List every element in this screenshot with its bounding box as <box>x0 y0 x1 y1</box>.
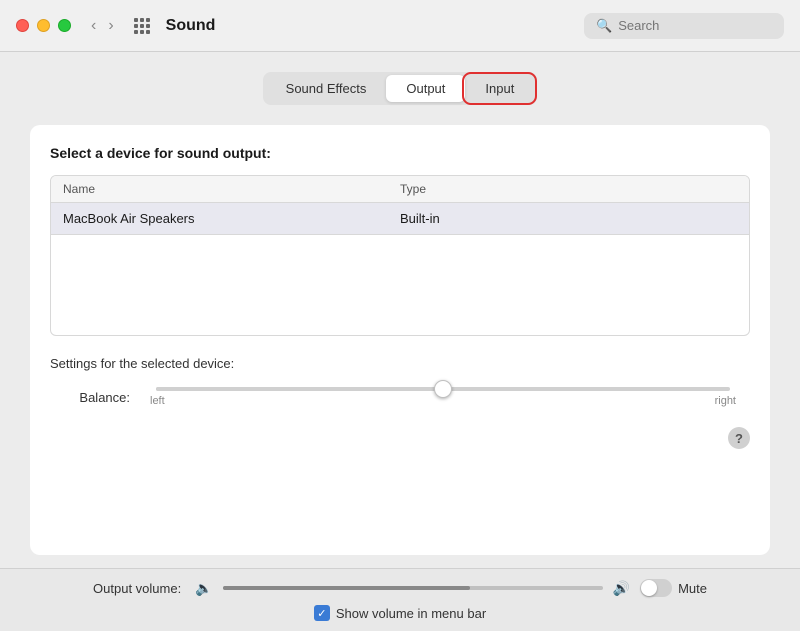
balance-left-label: left <box>150 395 165 407</box>
tabs-bar: Sound Effects Output Input <box>263 72 538 105</box>
show-volume-row: ✓ Show volume in menu bar <box>314 605 486 621</box>
forward-button[interactable]: › <box>104 15 117 37</box>
col-type-header: Type <box>400 182 737 196</box>
bottom-bar: Output volume: 🔈 🔊 Mute ✓ Show volume in… <box>0 568 800 631</box>
device-name: MacBook Air Speakers <box>63 211 400 226</box>
tab-sound-effects[interactable]: Sound Effects <box>266 75 387 102</box>
volume-track <box>223 586 603 590</box>
volume-low-icon: 🔈 <box>195 580 212 597</box>
show-volume-label: Show volume in menu bar <box>336 606 486 621</box>
settings-section: Settings for the selected device: Balanc… <box>50 356 750 407</box>
volume-row: Output volume: 🔈 🔊 Mute <box>40 579 760 597</box>
volume-fill <box>223 586 470 590</box>
select-device-title: Select a device for sound output: <box>50 145 750 161</box>
balance-slider-thumb[interactable] <box>434 380 452 398</box>
tab-output[interactable]: Output <box>386 75 465 102</box>
titlebar: ‹ › Sound 🔍 <box>0 0 800 52</box>
search-icon: 🔍 <box>596 18 612 34</box>
close-button[interactable] <box>16 19 29 32</box>
volume-slider[interactable] <box>223 586 603 590</box>
help-button[interactable]: ? <box>728 427 750 449</box>
balance-slider-container: left right <box>146 387 740 407</box>
mute-toggle-thumb <box>641 580 657 596</box>
minimize-button[interactable] <box>37 19 50 32</box>
settings-title: Settings for the selected device: <box>50 356 750 371</box>
device-type: Built-in <box>400 211 737 226</box>
balance-row: Balance: left right <box>50 387 750 407</box>
empty-table-space <box>51 235 749 335</box>
help-button-area: ? <box>50 427 750 449</box>
mute-section: Mute <box>640 579 707 597</box>
apps-grid-icon[interactable] <box>134 18 150 34</box>
output-panel: Select a device for sound output: Name T… <box>30 125 770 555</box>
nav-buttons: ‹ › <box>87 15 118 37</box>
table-row[interactable]: MacBook Air Speakers Built-in <box>51 203 749 235</box>
window-title: Sound <box>166 17 216 35</box>
balance-slider-fill <box>156 387 443 391</box>
mute-label: Mute <box>678 581 707 596</box>
tab-input[interactable]: Input <box>465 75 534 102</box>
table-header: Name Type <box>51 176 749 203</box>
maximize-button[interactable] <box>58 19 71 32</box>
balance-slider-track[interactable] <box>156 387 730 391</box>
back-button[interactable]: ‹ <box>87 15 100 37</box>
output-volume-label: Output volume: <box>93 581 181 596</box>
traffic-lights <box>16 19 71 32</box>
main-content: Sound Effects Output Input Select a devi… <box>0 52 800 568</box>
mute-toggle[interactable] <box>640 579 672 597</box>
balance-right-label: right <box>715 395 736 407</box>
col-name-header: Name <box>63 182 400 196</box>
search-input[interactable] <box>618 18 772 33</box>
show-volume-checkbox[interactable]: ✓ <box>314 605 330 621</box>
search-bar[interactable]: 🔍 <box>584 13 784 39</box>
device-table: Name Type MacBook Air Speakers Built-in <box>50 175 750 336</box>
volume-high-icon: 🔊 <box>613 580 630 597</box>
balance-label: Balance: <box>60 390 130 405</box>
